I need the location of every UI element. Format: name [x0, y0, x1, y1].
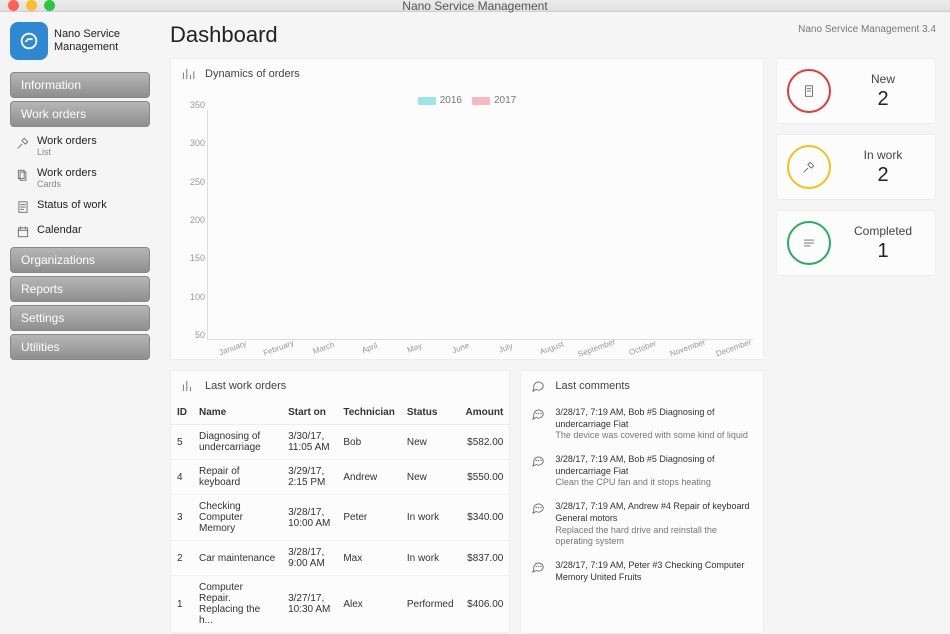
titlebar: Nano Service Management — [0, 0, 950, 12]
comments-title: Last comments — [555, 380, 630, 392]
document-icon — [16, 199, 30, 214]
stat-new[interactable]: New 2 — [776, 58, 936, 124]
chart-title: Dynamics of orders — [205, 68, 300, 80]
subnav-status[interactable]: Status of work — [10, 194, 150, 219]
brand: Nano Service Management — [10, 22, 150, 60]
subnav-calendar[interactable]: Calendar — [10, 219, 150, 244]
cards-icon — [16, 167, 30, 182]
orders-table: ID Name Start on Technician Status Amoun… — [171, 401, 509, 633]
comment-icon — [531, 379, 545, 393]
table-row[interactable]: 2Car maintenance3/28/17, 9:00 AMMaxIn wo… — [171, 541, 509, 576]
brand-line2: Management — [54, 41, 120, 54]
chart-legend: 20162017 — [181, 95, 753, 106]
bubble-icon — [531, 501, 547, 548]
wrench-icon — [10, 22, 48, 60]
comment-item[interactable]: 3/28/17, 7:19 AM, Peter #3 Checking Comp… — [521, 554, 763, 589]
table-row[interactable]: 5Diagnosing of undercarriage3/30/17, 11:… — [171, 425, 509, 460]
comment-item[interactable]: 3/28/17, 7:19 AM, Bob #5 Diagnosing of u… — [521, 448, 763, 495]
gavel-icon — [16, 135, 30, 150]
subnav-work-orders-cards[interactable]: Work ordersCards — [10, 162, 150, 194]
brand-line1: Nano Service — [54, 28, 120, 41]
table-row[interactable]: 3Checking Computer Memory3/28/17, 10:00 … — [171, 495, 509, 541]
lines-icon — [787, 221, 831, 265]
calendar-icon — [16, 224, 30, 239]
comments-card: Last comments 3/28/17, 7:19 AM, Bob #5 D… — [520, 370, 764, 634]
stat-in-work[interactable]: In work 2 — [776, 134, 936, 200]
chart-icon — [181, 67, 195, 81]
orders-table-card: Last work orders ID Name Start on Techni… — [170, 370, 510, 634]
list-icon — [181, 379, 195, 393]
chart-card: Dynamics of orders 20162017 501001502002… — [170, 58, 764, 360]
stat-completed[interactable]: Completed 1 — [776, 210, 936, 276]
document-icon — [787, 69, 831, 113]
bubble-icon — [531, 407, 547, 442]
nav-utilities[interactable]: Utilities — [10, 334, 150, 360]
page-title: Dashboard — [170, 22, 278, 48]
nav-reports[interactable]: Reports — [10, 276, 150, 302]
chart-plot — [207, 110, 753, 340]
subnav-work-orders-list[interactable]: Work ordersList — [10, 130, 150, 162]
nav-work-orders[interactable]: Work orders — [10, 101, 150, 127]
nav-information[interactable]: Information — [10, 72, 150, 98]
window-title: Nano Service Management — [0, 0, 950, 13]
app-version: Nano Service Management 3.4 — [798, 22, 936, 35]
sidebar: Nano Service Management Information Work… — [0, 12, 158, 634]
table-row[interactable]: 1Computer Repair. Replacing the h...3/27… — [171, 576, 509, 633]
table-title: Last work orders — [205, 380, 286, 392]
nav-organizations[interactable]: Organizations — [10, 247, 150, 273]
bubble-icon — [531, 560, 547, 583]
table-row[interactable]: 4Repair of keyboard3/29/17, 2:15 PMAndre… — [171, 460, 509, 495]
gavel-icon — [787, 145, 831, 189]
comment-item[interactable]: 3/28/17, 7:19 AM, Bob #5 Diagnosing of u… — [521, 401, 763, 448]
comment-item[interactable]: 3/28/17, 7:19 AM, Andrew #4 Repair of ke… — [521, 495, 763, 554]
nav-settings[interactable]: Settings — [10, 305, 150, 331]
bubble-icon — [531, 454, 547, 489]
